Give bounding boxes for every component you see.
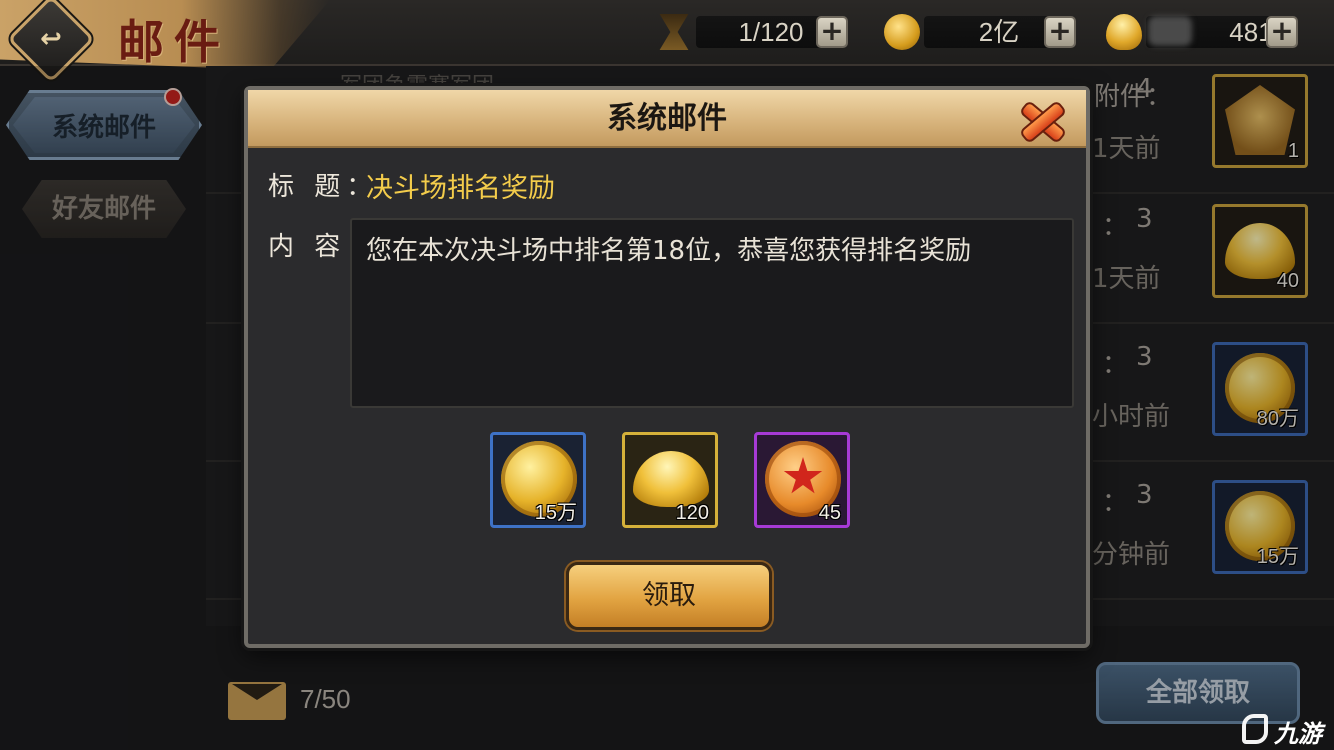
mail-content: 您在本次决斗场中排名第18位，恭喜您获得排名奖励 <box>366 236 972 266</box>
add-coins-button[interactable]: + <box>1044 16 1076 48</box>
ingot-icon <box>633 451 709 507</box>
close-icon[interactable] <box>1016 96 1066 142</box>
redacted-blur <box>1148 16 1192 46</box>
dialog-title: 系统邮件 <box>607 101 727 136</box>
reward-slot[interactable]: 45 <box>754 432 850 528</box>
ingot-icon <box>1106 14 1142 50</box>
reward-count: 15万 <box>534 502 577 524</box>
watermark-logo: 九游 <box>1238 708 1334 750</box>
subject-label: 标 题： <box>268 172 379 202</box>
watermark-text: 九游 <box>1274 720 1322 748</box>
reward-slot[interactable]: 15万 <box>490 432 586 528</box>
hourglass-icon <box>659 14 689 50</box>
dialog-header: 系统邮件 <box>248 90 1086 148</box>
claim-button[interactable]: 领取 <box>566 562 772 630</box>
add-ingots-button[interactable]: + <box>1266 16 1298 48</box>
mail-subject: 决斗场排名奖励 <box>366 173 555 204</box>
reward-slot[interactable]: 120 <box>622 432 718 528</box>
jiuyou-logo-icon <box>1242 714 1268 744</box>
back-arrow-icon: ↩ <box>40 24 62 54</box>
reward-count: 45 <box>818 502 841 524</box>
system-mail-dialog: 系统邮件 标 题： 决斗场排名奖励 内 容： 您在本次决斗场中排名第18位，恭喜… <box>244 86 1090 648</box>
page-title: 邮件 <box>118 15 230 69</box>
top-bar: ↩ 邮件 1/120 + 2亿 + 481 + <box>0 0 1334 83</box>
coin-icon <box>884 14 920 50</box>
content-box: 您在本次决斗场中排名第18位，恭喜您获得排名奖励 <box>350 218 1074 408</box>
reward-count: 120 <box>675 502 709 524</box>
add-stamina-button[interactable]: + <box>816 16 848 48</box>
